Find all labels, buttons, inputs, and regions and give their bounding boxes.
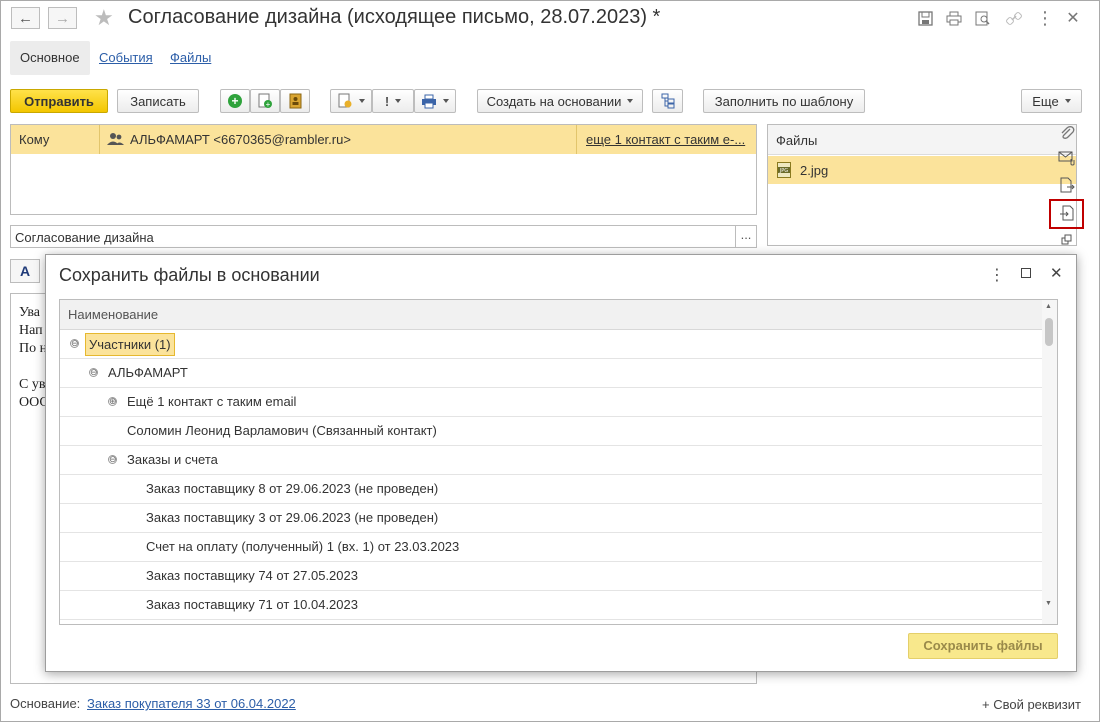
tree-row-label: Заказ поставщику 8 от 29.06.2023 (не про… [146, 481, 439, 496]
preview-icon[interactable] [973, 8, 993, 28]
tree-row-label: Ещё 1 контакт с таким email [127, 394, 297, 409]
save-files-dialog: Сохранить файлы в основании ⋮ ✕ Наименов… [45, 254, 1077, 672]
column-header: Наименование [60, 300, 1043, 330]
copy-icon[interactable] [1061, 234, 1073, 249]
send-button[interactable]: Отправить [10, 89, 108, 113]
more-contacts-link[interactable]: еще 1 контакт с таким е-... [586, 132, 745, 147]
structure-button[interactable] [652, 89, 683, 113]
svg-text:JPG: JPG [779, 168, 788, 174]
printer-icon [422, 94, 436, 108]
svg-text:+: + [266, 100, 271, 109]
plus-circle-icon: + [228, 94, 242, 108]
collapse-icon[interactable]: ⊖ [108, 455, 117, 464]
add-from-file-button[interactable]: + [250, 89, 280, 113]
dialog-more-icon[interactable]: ⋮ [989, 265, 1005, 285]
attach-template-dropdown[interactable] [330, 89, 372, 113]
add-button[interactable]: + [220, 89, 250, 113]
basis-link[interactable]: Заказ покупателя 33 от 06.04.2022 [87, 696, 296, 711]
forward-button[interactable]: → [48, 7, 77, 29]
column-divider [576, 125, 577, 154]
print-icon[interactable] [944, 8, 964, 28]
tree-row-label: Заказ поставщику 71 от 10.04.2023 [146, 597, 358, 612]
collapse-icon[interactable]: ⊖ [70, 339, 79, 348]
to-label: Кому [19, 132, 50, 147]
maximize-icon[interactable] [1021, 268, 1031, 278]
files-header: Файлы [776, 133, 818, 148]
address-book-icon [289, 93, 302, 109]
add-custom-attribute-link[interactable]: + Свой реквизит [982, 697, 1081, 712]
contacts-icon [107, 132, 125, 149]
file-name: 2.jpg [800, 163, 829, 178]
more-vertical-icon[interactable]: ⋮ [1035, 8, 1055, 28]
document-gear-icon [338, 93, 352, 108]
hierarchy-icon [661, 93, 674, 109]
tab-main[interactable]: Основное [10, 41, 90, 75]
link-icon[interactable] [1004, 8, 1024, 28]
print-dropdown[interactable] [414, 89, 456, 113]
exclamation-icon: ! [384, 93, 390, 109]
window-title: Согласование дизайна (исходящее письмо, … [128, 6, 661, 28]
jpg-file-icon: JPG [777, 162, 791, 181]
tree-row-label: Заказы и счета [127, 452, 218, 467]
recipients-panel: Кому АЛЬФАМАРТ <6670365@rambler.ru> еще … [10, 124, 757, 215]
save-icon[interactable] [915, 8, 935, 28]
save-button[interactable]: Записать [117, 89, 199, 113]
tree-row-linked-contact[interactable]: Соломин Леонид Варламович (Связанный кон… [60, 417, 1043, 446]
scroll-up-icon[interactable]: ▲ [1045, 303, 1052, 310]
scroll-down-icon[interactable]: ▼ [1045, 600, 1052, 607]
close-icon[interactable]: ✕ [1063, 8, 1083, 28]
recipient-value: АЛЬФАМАРТ <6670365@rambler.ru> [130, 132, 351, 147]
tree-row-document[interactable]: Заказ поставщику 74 от 27.05.2023 [60, 562, 1043, 591]
export-file-icon[interactable] [1059, 177, 1075, 197]
paperclip-icon[interactable] [1059, 125, 1075, 144]
column-divider [99, 125, 100, 154]
more-button[interactable]: Еще [1021, 89, 1082, 113]
tree-row-label: АЛЬФАМАРТ [108, 365, 188, 380]
tree-row-alfamart[interactable]: ⊖ АЛЬФАМАРТ [60, 359, 1043, 388]
basis-label: Основание: [10, 696, 81, 711]
arrow-right-icon: → [55, 9, 70, 27]
importance-dropdown[interactable]: ! [372, 89, 414, 113]
tab-files[interactable]: Файлы [160, 41, 221, 75]
collapse-icon[interactable]: ⊖ [89, 368, 98, 377]
dialog-title: Сохранить файлы в основании [59, 265, 320, 285]
tree-row-more-contact[interactable]: ⊕ Ещё 1 контакт с таким email [60, 388, 1043, 417]
tree-row-participants[interactable]: ⊖ Участники (1) [60, 330, 1043, 359]
tree-row-document[interactable]: Заказ поставщику 8 от 29.06.2023 (не про… [60, 475, 1043, 504]
tree-row-label: Заказ поставщику 74 от 27.05.2023 [146, 568, 358, 583]
dialog-close-icon[interactable]: ✕ [1050, 264, 1063, 282]
document-add-icon: + [258, 93, 272, 109]
mail-attach-icon[interactable] [1058, 150, 1076, 169]
vertical-scrollbar[interactable]: ▲ ▼ [1042, 300, 1057, 624]
tree-row-label: Участники (1) [85, 333, 175, 356]
fill-by-template-button[interactable]: Заполнить по шаблону [703, 89, 865, 113]
star-icon[interactable]: ★ [94, 5, 114, 31]
tree-row-label: Заказ поставщику 3 от 29.06.2023 (не про… [146, 510, 439, 525]
subject-select-button[interactable]: ... [735, 226, 756, 247]
create-based-on-button[interactable]: Создать на основании [477, 89, 643, 113]
tree-row-document[interactable]: Заказ поставщику 3 от 29.06.2023 (не про… [60, 504, 1043, 533]
back-button[interactable]: ← [11, 7, 40, 29]
subject-value: Согласование дизайна [15, 230, 154, 245]
scroll-thumb[interactable] [1045, 318, 1053, 346]
tree-row-document[interactable]: Счет на оплату (полученный) 1 (вх. 1) от… [60, 533, 1043, 562]
expand-icon[interactable]: ⊕ [108, 397, 117, 406]
save-files-button[interactable]: Сохранить файлы [908, 633, 1058, 659]
tree-row-label: Соломин Леонид Варламович (Связанный кон… [127, 423, 437, 438]
text-format-button[interactable]: A [10, 259, 40, 283]
subject-input[interactable]: Согласование дизайна ... [10, 225, 757, 248]
arrow-left-icon: ← [18, 9, 33, 27]
import-file-icon[interactable] [1059, 205, 1075, 225]
tree-table: Наименование ⊖ Участники (1) ⊖ АЛЬФАМАРТ… [59, 299, 1058, 625]
tree-row-document[interactable]: Заказ поставщику 71 от 10.04.2023 [60, 591, 1043, 620]
files-panel: Файлы JPG 2.jpg [767, 124, 1077, 246]
tab-events[interactable]: События [89, 41, 163, 75]
tree-row-orders[interactable]: ⊖ Заказы и счета [60, 446, 1043, 475]
tree-row-label: Счет на оплату (полученный) 1 (вх. 1) от… [146, 539, 460, 554]
address-book-button[interactable] [280, 89, 310, 113]
